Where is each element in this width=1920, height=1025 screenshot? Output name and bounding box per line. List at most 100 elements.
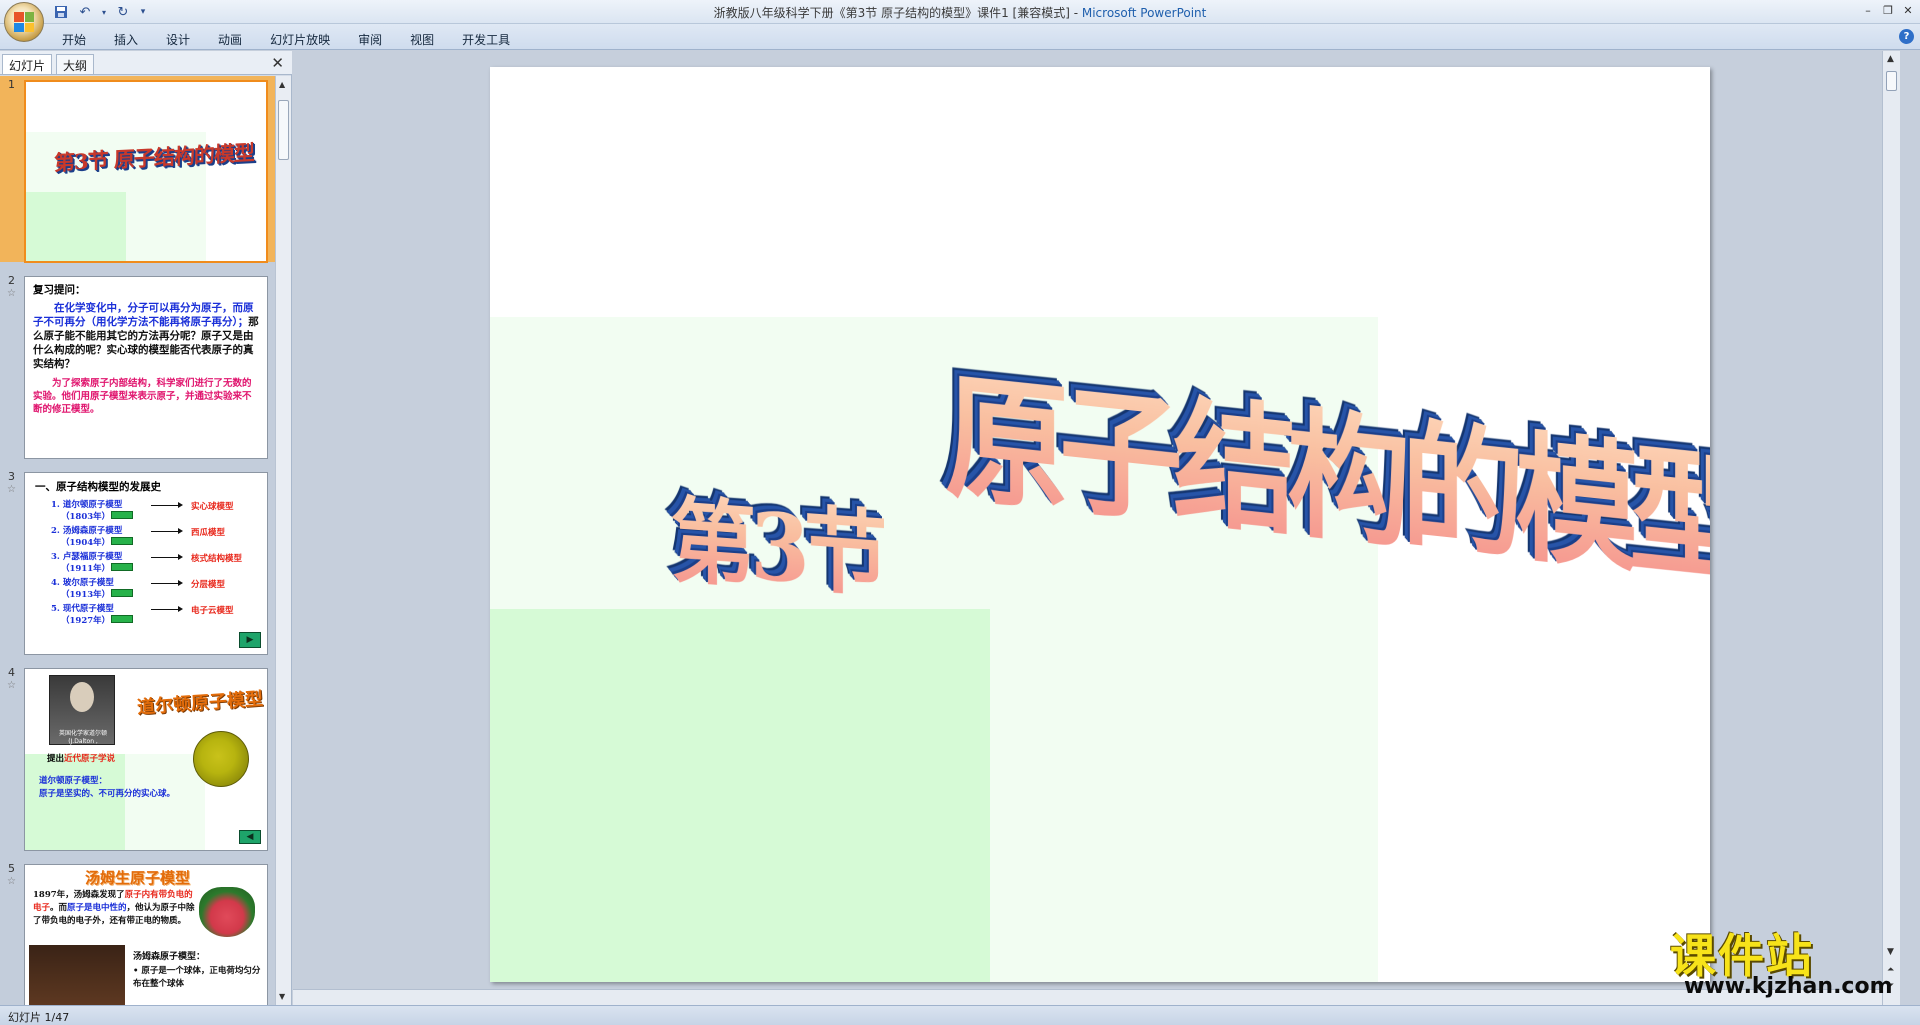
restore-icon[interactable]: ❐ <box>1880 2 1896 18</box>
thumb-title: 汤姆生原子模型 <box>85 869 191 887</box>
pane-tabs: 幻灯片 大纲 ✕ <box>0 51 292 75</box>
window-title: 浙教版八年级科学下册《第3节 原子结构的模型》课件1 [兼容模式] - Micr… <box>0 4 1920 21</box>
slide-thumbnail-4[interactable]: 英国化学家道尔顿 (J.Dalton , 1766~1844) 道尔顿原子模型 … <box>24 668 268 851</box>
tab-animations[interactable]: 动画 <box>204 28 256 51</box>
bg-rect <box>26 192 126 261</box>
thumb-paragraph: 1897年，汤姆森发现了原子内有带负电的电子。而原子是电中性的，他认为原子中除了… <box>33 889 201 928</box>
slide-thumbnails[interactable]: 1 第3节 原子结构的模型 2 ☆ 复习提问： 在化学变化中，分子可以再分为原子… <box>0 76 276 1005</box>
slide-thumb-row-4[interactable]: 4 ☆ 英国化学家道尔顿 (J.Dalton , 1766~1844) 道尔顿原… <box>0 664 276 851</box>
green-arrow-icon <box>111 563 133 571</box>
close-icon[interactable]: ✕ <box>1900 2 1916 18</box>
thumbnails-scrollbar[interactable]: ▲ ▼ <box>275 76 291 1005</box>
model-result: 核式结构模型 <box>191 554 243 564</box>
portrait-face <box>70 682 94 712</box>
watermark-url: www.kjzhan.com <box>1684 974 1893 999</box>
model-name: 1. 道尔顿原子模型 <box>51 500 123 510</box>
tab-insert[interactable]: 插入 <box>100 28 152 51</box>
thumb-bullet: • 原子是一个球体，正电荷均匀分布在整个球体 <box>133 966 261 989</box>
thumb-title: 道尔顿原子模型 <box>136 688 264 719</box>
list-item: 3. 卢瑟福原子模型 （1911年） 核式结构模型 <box>35 552 257 578</box>
scroll-up-icon[interactable]: ▲ <box>279 80 285 89</box>
model-result: 分层模型 <box>191 580 226 590</box>
text-black: 。而 <box>50 903 68 913</box>
model-name: 4. 玻尔原子模型 <box>51 578 114 588</box>
model-year: （1911年） <box>61 564 111 574</box>
tab-slideshow[interactable]: 幻灯片放映 <box>256 28 344 51</box>
tab-developer[interactable]: 开发工具 <box>448 28 524 51</box>
scroll-up-icon[interactable]: ▲ <box>1887 54 1894 64</box>
minimize-icon[interactable]: – <box>1860 2 1876 18</box>
list-item: 1. 道尔顿原子模型 （1803年） 实心球模型 <box>35 500 257 526</box>
slide-horizontal-scrollbar[interactable] <box>293 989 1882 1005</box>
slide-thumbnail-3[interactable]: 一、原子结构模型的发展史 1. 道尔顿原子模型 （1803年） 实心球模型 2.… <box>24 472 268 655</box>
slide-number: 5 <box>8 862 15 875</box>
close-pane-icon[interactable]: ✕ <box>271 54 284 72</box>
watermark-logo: 课件站 www.kjzhan.com <box>1668 920 1904 1000</box>
thumb-paragraph: 在化学变化中，分子可以再分为原子，而原子不可再分（用化学方法不能再将原子再分）；… <box>33 301 259 371</box>
green-arrow-icon <box>111 511 133 519</box>
scroll-down-icon[interactable]: ▼ <box>279 992 285 1001</box>
slides-pane: 幻灯片 大纲 ✕ 1 第3节 原子结构的模型 2 ☆ 复习提问： 在化学变化中，… <box>0 51 292 1005</box>
slide-number: 4 <box>8 666 15 679</box>
slide-thumbnail-5[interactable]: 汤姆生原子模型 1897年，汤姆森发现了原子内有带负电的电子。而原子是电中性的，… <box>24 864 268 1005</box>
help-icon[interactable]: ? <box>1899 29 1914 44</box>
status-bar: 幻灯片 1/47 <box>0 1005 1920 1025</box>
tab-design[interactable]: 设计 <box>152 28 204 51</box>
slide-thumb-row-2[interactable]: 2 ☆ 复习提问： 在化学变化中，分子可以再分为原子，而原子不可再分（用化学方法… <box>0 272 276 459</box>
animation-star-icon: ☆ <box>7 288 16 299</box>
model-label: 道尔顿原子模型： <box>39 776 108 786</box>
back-action-button-icon: ◀ <box>239 830 261 844</box>
scroll-thumb[interactable] <box>278 100 289 160</box>
tab-view[interactable]: 视图 <box>396 28 448 51</box>
current-slide[interactable]: 第3节 原子结构的模型 <box>490 67 1710 982</box>
text-blue: 在化学变化中，分子可以再分为原子，而原子不可再分（用化学方法不能再将原子再分）； <box>33 302 254 328</box>
arrow-icon <box>151 528 183 534</box>
bg-rect <box>25 754 125 850</box>
watermelon-image <box>199 887 255 937</box>
slide-thumb-row-1[interactable]: 1 第3节 原子结构的模型 <box>0 76 276 263</box>
text-black: 提出 <box>47 754 65 764</box>
arrow-icon <box>151 502 183 508</box>
arrow-icon <box>151 554 183 560</box>
model-year: （1904年） <box>61 538 111 548</box>
title-part-section: 第3节 <box>670 465 884 615</box>
model-year: （1913年） <box>61 590 111 600</box>
slide-thumbnail-2[interactable]: 复习提问： 在化学变化中，分子可以再分为原子，而原子不可再分（用化学方法不能再将… <box>24 276 268 459</box>
list-item: 4. 玻尔原子模型 （1913年） 分层模型 <box>35 578 257 604</box>
model-year: （1927年） <box>61 616 111 626</box>
proposed-text: 提出近代原子学说 <box>47 752 115 764</box>
model-result: 实心球模型 <box>191 502 234 512</box>
portrait-caption: 英国化学家道尔顿 (J.Dalton , 1766~1844) <box>58 730 107 753</box>
slide-vertical-scrollbar[interactable]: ▲ ▼ ⏶ ⏷ <box>1882 51 1900 1005</box>
model-result: 西瓜模型 <box>191 528 226 538</box>
thumb-heading: 复习提问： <box>33 284 86 296</box>
model-description: 道尔顿原子模型： 原子是坚实的、不可再分的实心球。 <box>39 775 175 801</box>
slide-thumbnail-1[interactable]: 第3节 原子结构的模型 <box>24 80 268 263</box>
slide-counter: 幻灯片 1/47 <box>8 1011 70 1024</box>
window-controls: – ❐ ✕ <box>1860 2 1916 18</box>
animation-star-icon: ☆ <box>7 876 16 887</box>
slide-thumb-row-3[interactable]: 3 ☆ 一、原子结构模型的发展史 1. 道尔顿原子模型 （1803年） 实心球模… <box>0 468 276 655</box>
model-desc: 原子是坚实的、不可再分的实心球。 <box>39 789 176 799</box>
office-button[interactable] <box>4 2 44 42</box>
tab-home[interactable]: 开始 <box>48 28 100 51</box>
model-name: 2. 汤姆森原子模型 <box>51 526 123 536</box>
tab-outline[interactable]: 大纲 <box>56 54 95 74</box>
solid-sphere-image <box>193 731 249 787</box>
animation-star-icon: ☆ <box>7 680 16 691</box>
arrow-icon <box>151 606 183 612</box>
scroll-thumb[interactable] <box>1886 71 1897 91</box>
tab-slides[interactable]: 幻灯片 <box>2 54 53 74</box>
green-arrow-icon <box>111 615 133 623</box>
ribbon: 开始 插入 设计 动画 幻灯片放映 审阅 视图 开发工具 ? <box>0 24 1920 50</box>
tab-review[interactable]: 审阅 <box>344 28 396 51</box>
bg-rect <box>125 754 205 850</box>
slide-thumb-row-5[interactable]: 5 ☆ 汤姆生原子模型 1897年，汤姆森发现了原子内有带负电的电子。而原子是电… <box>0 860 276 1005</box>
document-title: 浙教版八年级科学下册《第3节 原子结构的模型》课件1 [兼容模式] - <box>713 6 1082 20</box>
app-name: Microsoft PowerPoint <box>1081 6 1207 20</box>
model-year: （1803年） <box>61 512 111 522</box>
slide-editor: 第3节 原子结构的模型 ▲ ▼ ⏶ ⏷ <box>293 51 1900 1005</box>
green-arrow-icon <box>111 589 133 597</box>
thomson-portrait <box>29 945 125 1005</box>
title-bar: ↶ ▾ ↻ ▾ 浙教版八年级科学下册《第3节 原子结构的模型》课件1 [兼容模式… <box>0 0 1920 42</box>
